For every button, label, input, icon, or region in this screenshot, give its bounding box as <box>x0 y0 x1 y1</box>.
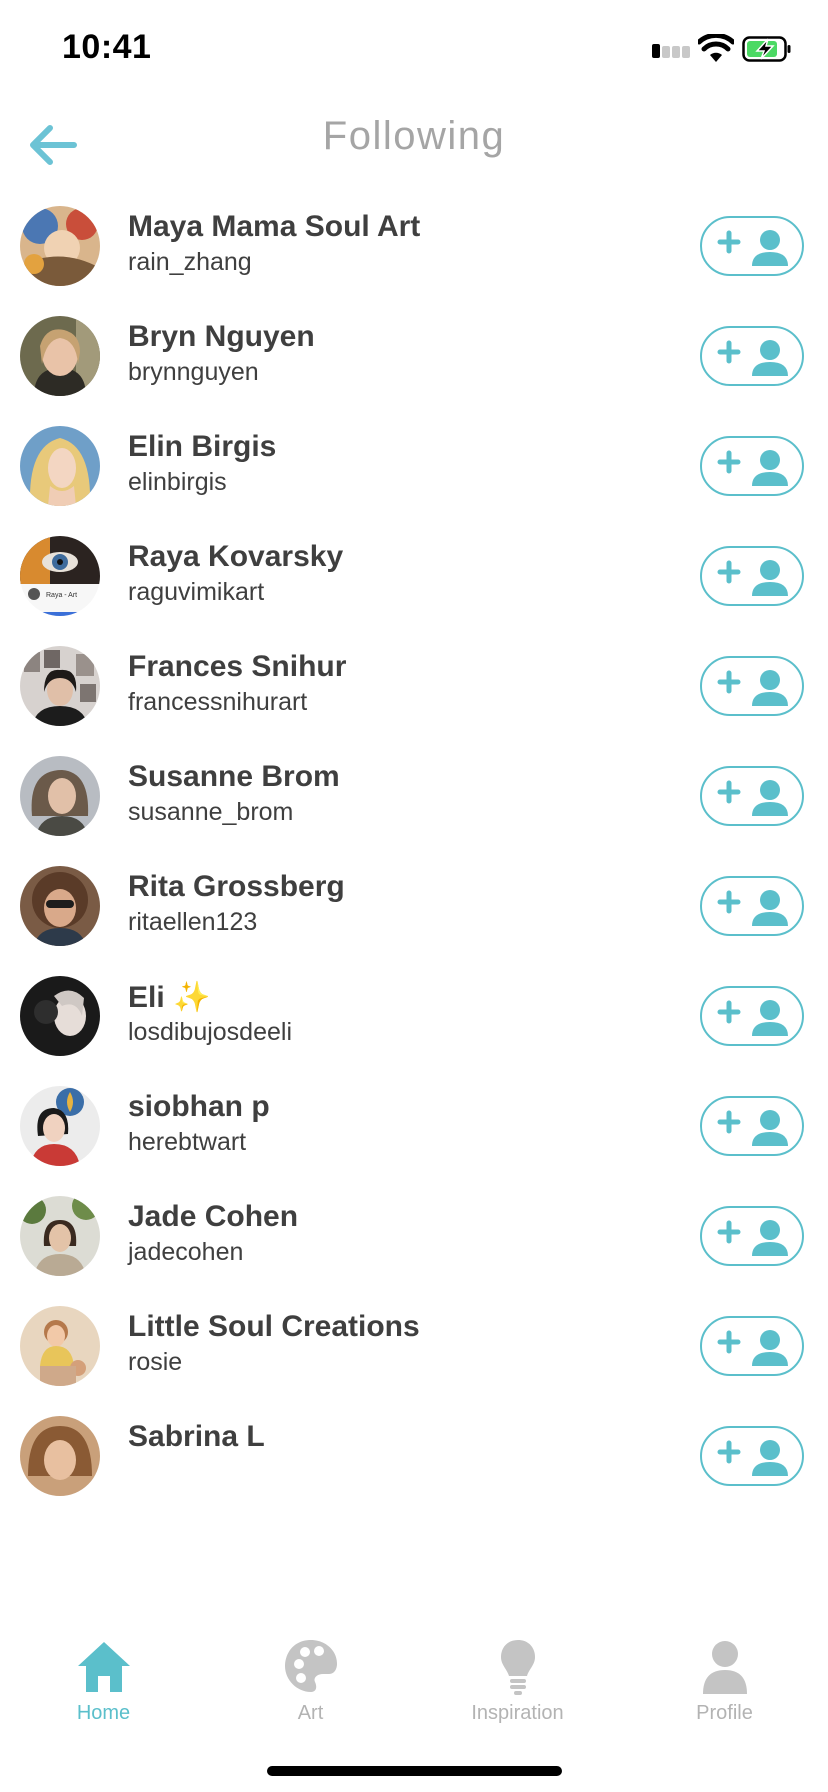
add-user-icon <box>717 890 788 926</box>
avatar-caption: Raya - Art <box>46 592 77 599</box>
user-handle: susanne_brom <box>128 798 294 826</box>
profile-icon <box>702 1641 747 1694</box>
user-name[interactable]: Sabrina L <box>128 1420 265 1454</box>
avatar[interactable] <box>20 206 100 286</box>
avatar[interactable] <box>20 756 100 836</box>
follow-button[interactable] <box>700 546 804 606</box>
follow-button[interactable] <box>700 656 804 716</box>
avatar[interactable] <box>20 1086 100 1166</box>
user-handle: rain_zhang <box>128 248 252 276</box>
list-item[interactable]: Eli ✨ losdibujosdeeli <box>0 960 828 1086</box>
tab-label: Art <box>297 1702 324 1724</box>
home-indicator[interactable] <box>267 1766 562 1776</box>
tab-inspiration[interactable]: Inspiration <box>414 1636 621 1736</box>
list-item[interactable]: Frances Snihur francessnihurart <box>0 630 828 756</box>
status-time: 10:41 <box>62 28 152 66</box>
follow-button[interactable] <box>700 1316 804 1376</box>
user-name[interactable]: Jade Cohen <box>128 1200 298 1234</box>
add-user-icon <box>717 560 788 596</box>
tab-label: Home <box>76 1702 131 1724</box>
list-item[interactable]: Rita Grossberg ritaellen123 <box>0 850 828 976</box>
user-name[interactable]: Raya Kovarsky <box>128 540 343 574</box>
user-name[interactable]: Maya Mama Soul Art <box>128 210 420 244</box>
user-name[interactable]: siobhan p <box>128 1090 270 1124</box>
follow-button[interactable] <box>700 326 804 386</box>
palette-icon <box>284 1640 337 1692</box>
list-item[interactable]: Bryn Nguyen brynnguyen <box>0 300 828 426</box>
follow-button[interactable] <box>700 1096 804 1156</box>
user-handle: losdibujosdeeli <box>128 1018 293 1046</box>
add-user-icon <box>717 230 788 266</box>
page-title: Following <box>322 114 506 158</box>
list-item[interactable]: Maya Mama Soul Art rain_zhang <box>0 190 828 316</box>
list-item[interactable]: Susanne Brom susanne_brom <box>0 740 828 866</box>
tab-home[interactable]: Home <box>0 1636 207 1736</box>
lightbulb-icon <box>500 1640 535 1695</box>
avatar[interactable] <box>20 1196 100 1276</box>
battery-charging-icon <box>742 36 791 62</box>
tab-art[interactable]: Art <box>207 1636 414 1736</box>
cellular-signal-icon <box>652 44 692 58</box>
navigation-header: Following <box>0 100 828 190</box>
home-icon <box>77 1642 130 1692</box>
add-user-icon <box>717 670 788 706</box>
following-list[interactable]: Maya Mama Soul Art rain_zhang Bryn Nguye… <box>0 190 828 1626</box>
follow-button[interactable] <box>700 436 804 496</box>
user-handle: jadecohen <box>128 1238 244 1266</box>
user-handle: ritaellen123 <box>128 908 258 936</box>
follow-button[interactable] <box>700 216 804 276</box>
avatar[interactable] <box>20 1416 100 1496</box>
list-item[interactable]: Sabrina L <box>0 1400 828 1526</box>
add-user-icon <box>717 780 788 816</box>
status-bar: 10:41 <box>0 0 828 100</box>
list-item[interactable]: Elin Birgis elinbirgis <box>0 410 828 536</box>
add-user-icon <box>717 1330 788 1366</box>
user-handle: rosie <box>128 1348 183 1376</box>
tab-profile[interactable]: Profile <box>621 1636 828 1736</box>
avatar[interactable] <box>20 646 100 726</box>
user-name[interactable]: Elin Birgis <box>128 430 276 464</box>
list-item[interactable]: siobhan p herebtwart <box>0 1070 828 1196</box>
avatar[interactable]: Raya - Art <box>20 536 100 616</box>
tab-label: Inspiration <box>471 1702 564 1724</box>
user-handle: raguvimikart <box>128 578 265 606</box>
list-item[interactable]: Little Soul Creations rosie <box>0 1290 828 1416</box>
list-item[interactable]: Raya - Art Raya Kovarsky raguvimikart <box>0 520 828 646</box>
user-handle: elinbirgis <box>128 468 227 496</box>
user-name[interactable]: Frances Snihur <box>128 650 346 684</box>
user-name[interactable]: Rita Grossberg <box>128 870 345 904</box>
user-name[interactable]: Eli ✨ <box>128 980 210 1015</box>
follow-button[interactable] <box>700 986 804 1046</box>
add-user-icon <box>717 1000 788 1036</box>
user-handle: brynnguyen <box>128 358 259 386</box>
user-name[interactable]: Little Soul Creations <box>128 1310 420 1344</box>
add-user-icon <box>717 340 788 376</box>
follow-button[interactable] <box>700 1426 804 1486</box>
follow-button[interactable] <box>700 876 804 936</box>
follow-button[interactable] <box>700 1206 804 1266</box>
add-user-icon <box>717 1110 788 1146</box>
add-user-icon <box>717 1220 788 1256</box>
list-item[interactable]: Jade Cohen jadecohen <box>0 1180 828 1306</box>
add-user-icon <box>717 450 788 486</box>
user-handle: francessnihurart <box>128 688 308 716</box>
add-user-icon <box>717 1440 788 1476</box>
wifi-icon <box>698 34 734 62</box>
avatar[interactable] <box>20 976 100 1056</box>
tab-label: Profile <box>696 1702 753 1724</box>
user-name[interactable]: Bryn Nguyen <box>128 320 315 354</box>
user-name[interactable]: Susanne Brom <box>128 760 340 794</box>
avatar[interactable] <box>20 426 100 506</box>
avatar[interactable] <box>20 1306 100 1386</box>
follow-button[interactable] <box>700 766 804 826</box>
user-handle: herebtwart <box>128 1128 247 1156</box>
avatar[interactable] <box>20 316 100 396</box>
avatar[interactable] <box>20 866 100 946</box>
